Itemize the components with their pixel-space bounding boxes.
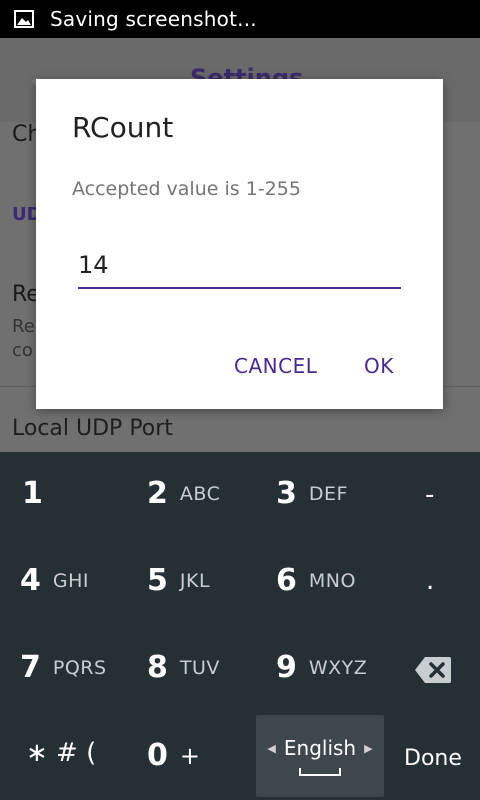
key-0[interactable]: 0 + [147, 738, 200, 773]
key-9[interactable]: 9 WXYZ [276, 650, 367, 685]
rcount-input[interactable] [78, 245, 401, 285]
left-triangle-icon: ◀ [267, 741, 276, 755]
spacebar-icon [299, 768, 341, 776]
key-number: 3 [276, 476, 297, 511]
dash-symbol: - [425, 480, 435, 510]
setting-fragment-4: Re [12, 316, 35, 337]
done-key[interactable]: Done [404, 746, 462, 771]
key-letters: ABC [179, 482, 221, 505]
key-number: 8 [147, 650, 168, 685]
key-dot[interactable]: . [426, 566, 434, 596]
key-number: 6 [276, 563, 297, 598]
language-label: English [283, 736, 357, 760]
key-number: 7 [20, 650, 41, 685]
key-dash[interactable]: - [425, 480, 434, 510]
key-letters: WXYZ [308, 656, 368, 679]
key-letters: GHI [52, 569, 89, 592]
key-5[interactable]: 5 JKL [147, 563, 210, 598]
setting-fragment-5: co [12, 340, 33, 361]
key-7[interactable]: 7 PQRS [20, 650, 107, 685]
symbols-label: ∗ # ( [26, 738, 97, 768]
dialog-message: Accepted value is 1-255 [72, 178, 301, 200]
backspace-key[interactable] [414, 656, 452, 684]
backspace-icon [415, 657, 451, 683]
rcount-dialog: RCount Accepted value is 1-255 CANCEL OK [36, 79, 443, 409]
rcount-field [78, 245, 401, 289]
numeric-keyboard: 1 2 ABC 3 DEF - 4 GHI 5 JKL 6 MNO . 7 PQ… [0, 452, 480, 800]
key-letters: JKL [179, 569, 211, 592]
key-letters: + [179, 741, 201, 770]
key-8[interactable]: 8 TUV [147, 650, 220, 685]
key-6[interactable]: 6 MNO [276, 563, 356, 598]
dot-symbol: . [426, 566, 435, 596]
key-number: 5 [147, 563, 168, 598]
key-letters: PQRS [52, 656, 107, 679]
key-number: 9 [276, 650, 297, 685]
key-number: 0 [147, 738, 168, 773]
key-letters: DEF [308, 482, 348, 505]
local-udp-port-label[interactable]: Local UDP Port [12, 416, 173, 441]
input-underline [78, 287, 401, 289]
right-triangle-icon: ▶ [364, 741, 373, 755]
key-letters: TUV [179, 656, 220, 679]
symbols-key[interactable]: ∗ # ( [26, 738, 96, 768]
language-space-key[interactable]: ◀ English ▶ [256, 715, 384, 797]
cancel-button[interactable]: CANCEL [228, 353, 323, 379]
status-notification-text: Saving screenshot... [50, 7, 257, 31]
key-2[interactable]: 2 ABC [147, 476, 220, 511]
dialog-title: RCount [72, 111, 174, 144]
image-icon [14, 10, 34, 28]
key-letters: MNO [308, 569, 356, 592]
ok-button[interactable]: OK [358, 353, 400, 379]
key-number: 1 [22, 476, 43, 511]
key-number: 4 [20, 563, 41, 598]
key-4[interactable]: 4 GHI [20, 563, 89, 598]
key-3[interactable]: 3 DEF [276, 476, 348, 511]
done-label: Done [404, 746, 462, 771]
key-number: 2 [147, 476, 168, 511]
status-bar: Saving screenshot... [0, 0, 480, 38]
key-1[interactable]: 1 [22, 476, 43, 511]
